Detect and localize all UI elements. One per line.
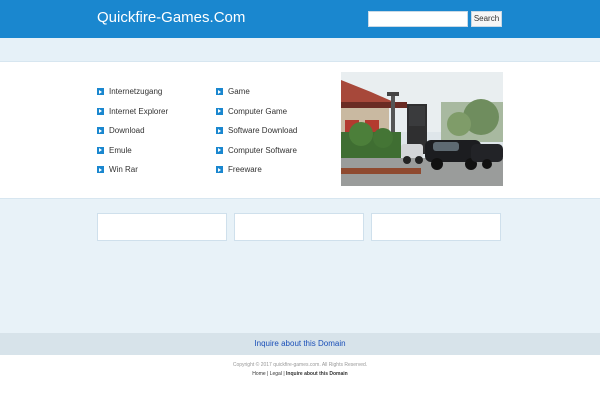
search-button[interactable]: Search bbox=[471, 11, 502, 27]
related-link[interactable]: Software Download bbox=[216, 121, 297, 141]
footer: Copyright © 2017 quickfire-games.com. Al… bbox=[0, 355, 600, 400]
arrow-bullet-icon bbox=[216, 166, 223, 174]
related-link[interactable]: Computer Software bbox=[216, 141, 297, 161]
content-card bbox=[371, 213, 501, 241]
site-title[interactable]: Quickfire-Games.Com bbox=[97, 9, 245, 26]
arrow-bullet-icon bbox=[97, 88, 104, 96]
footer-links: Home | Legal | Inquire about this Domain bbox=[0, 371, 600, 377]
related-link[interactable]: Computer Game bbox=[216, 102, 297, 122]
related-link-label[interactable]: Internetzugang bbox=[109, 87, 162, 96]
related-link[interactable]: Game bbox=[216, 82, 297, 102]
related-link[interactable]: Internet Explorer bbox=[97, 102, 168, 122]
related-link-label[interactable]: Freeware bbox=[228, 165, 262, 174]
related-link[interactable]: Win Rar bbox=[97, 160, 168, 180]
sub-header-strip bbox=[0, 38, 600, 62]
related-link-label[interactable]: Computer Game bbox=[228, 107, 287, 116]
related-link[interactable]: Download bbox=[97, 121, 168, 141]
related-link-label[interactable]: Internet Explorer bbox=[109, 107, 168, 116]
arrow-bullet-icon bbox=[216, 107, 223, 115]
related-link[interactable]: Emule bbox=[97, 141, 168, 161]
related-links-column-1: Internetzugang Internet Explorer Downloa… bbox=[97, 82, 168, 180]
footer-legal-link[interactable]: Legal bbox=[270, 371, 282, 377]
arrow-bullet-icon bbox=[216, 88, 223, 96]
header-bar: Quickfire-Games.Com Search bbox=[0, 0, 600, 38]
related-link-label[interactable]: Emule bbox=[109, 146, 132, 155]
related-links-column-2: Game Computer Game Software Download Com… bbox=[216, 82, 297, 180]
copyright-text: Copyright © 2017 quickfire-games.com. Al… bbox=[232, 362, 368, 368]
related-link-label[interactable]: Win Rar bbox=[109, 165, 138, 174]
related-link-label[interactable]: Game bbox=[228, 87, 250, 96]
content-card bbox=[234, 213, 364, 241]
related-link-label[interactable]: Software Download bbox=[228, 126, 297, 135]
arrow-bullet-icon bbox=[216, 127, 223, 135]
footer-inquire-link[interactable]: Inquire about this Domain bbox=[286, 371, 348, 377]
arrow-bullet-icon bbox=[97, 166, 104, 174]
hero-photo bbox=[341, 72, 503, 186]
footer-home-link[interactable]: Home bbox=[252, 371, 265, 377]
arrow-bullet-icon bbox=[97, 146, 104, 154]
content-card bbox=[97, 213, 227, 241]
search-input[interactable] bbox=[368, 11, 468, 27]
arrow-bullet-icon bbox=[97, 107, 104, 115]
arrow-bullet-icon bbox=[216, 146, 223, 154]
inquire-domain-link[interactable]: Inquire about this Domain bbox=[254, 339, 345, 348]
arrow-bullet-icon bbox=[97, 127, 104, 135]
inquire-bar: Inquire about this Domain bbox=[0, 333, 600, 355]
related-link-label[interactable]: Computer Software bbox=[228, 146, 297, 155]
main-content bbox=[0, 62, 600, 198]
related-link[interactable]: Internetzugang bbox=[97, 82, 168, 102]
related-link[interactable]: Freeware bbox=[216, 160, 297, 180]
related-link-label[interactable]: Download bbox=[109, 126, 145, 135]
